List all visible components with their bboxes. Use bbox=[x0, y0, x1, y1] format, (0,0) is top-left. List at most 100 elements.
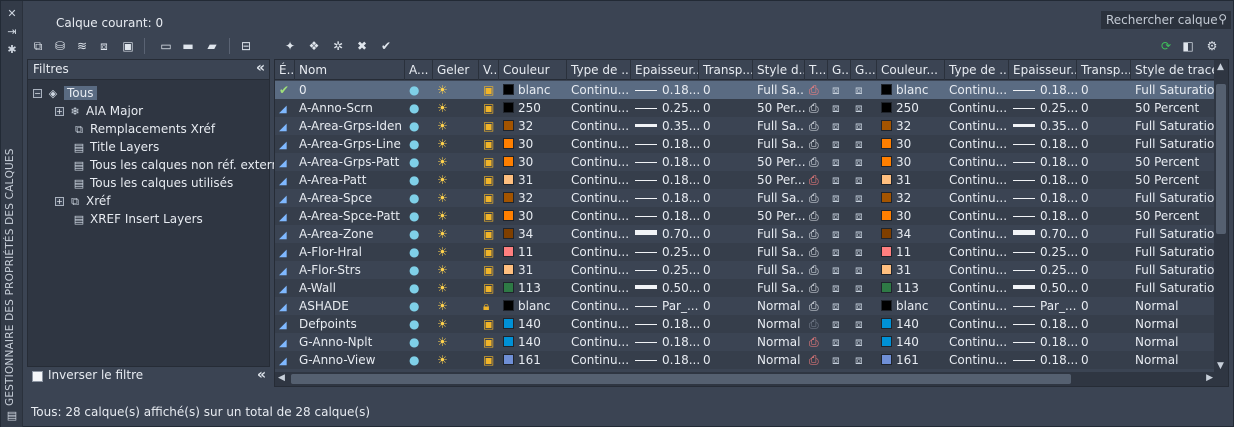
layer-row[interactable]: ◢ A-Flor-Hral ● ☀ ▣ 11 Continu... 0.25... 0 Full … bbox=[275, 243, 1215, 261]
vp-lineweight-cell[interactable]: 0.18... bbox=[1009, 81, 1077, 99]
newvp-freeze-cell[interactable]: ⧈ bbox=[828, 99, 851, 117]
newvp-freeze-cell[interactable]: ⧈ bbox=[828, 351, 851, 369]
freeze-cell[interactable]: ☀ bbox=[433, 99, 479, 117]
layer-status-icon[interactable]: ◢ bbox=[279, 230, 287, 241]
expand-toggle-icon[interactable]: + bbox=[55, 197, 64, 206]
printer-noplot-icon[interactable]: ⎙ bbox=[809, 353, 819, 367]
lineweight-cell[interactable]: 0.25... bbox=[631, 243, 699, 261]
horizontal-scrollbar[interactable]: ◀ ▶ bbox=[275, 372, 1216, 386]
layer-row[interactable]: ◢ A-Area-Spce-Patt ● ☀ ▣ 30 Continu... 0.18... 0… bbox=[275, 207, 1215, 225]
auto-hide-icon[interactable]: ⇥ bbox=[5, 25, 19, 39]
vp-freeze-icon[interactable]: ⧈ bbox=[832, 317, 840, 331]
on-cell[interactable]: ● bbox=[405, 153, 433, 171]
layer-name[interactable]: A-Flor-Strs bbox=[295, 261, 405, 279]
plotstyle-cell[interactable]: Normal bbox=[753, 351, 805, 369]
transparency-cell[interactable]: 0 bbox=[699, 135, 753, 153]
freeze-cell[interactable]: ☀ bbox=[433, 171, 479, 189]
on-cell[interactable]: ● bbox=[405, 117, 433, 135]
filter-tree-item[interactable]: + ⧉ Xréf bbox=[55, 192, 111, 210]
newvp-freeze-cell[interactable]: ⧈ bbox=[828, 135, 851, 153]
status-cell[interactable]: ◢ bbox=[275, 279, 295, 297]
plot-cell[interactable]: ⎙ bbox=[805, 243, 828, 261]
vp-linetype-cell[interactable]: Continu... bbox=[945, 261, 1009, 279]
vp-linetype-cell[interactable]: Continu... bbox=[945, 297, 1009, 315]
layer-name[interactable]: 0 bbox=[295, 81, 405, 99]
lock-cell[interactable]: ▣ bbox=[479, 189, 499, 207]
sun-icon[interactable]: ☀ bbox=[437, 173, 448, 187]
lock-closed-icon[interactable]: 🔒︎ bbox=[483, 299, 489, 313]
column-header[interactable]: É... bbox=[275, 60, 295, 80]
sun-icon[interactable]: ☀ bbox=[437, 353, 448, 367]
vp-lineweight-cell[interactable]: 0.18... bbox=[1009, 135, 1077, 153]
vp-freeze-cell[interactable]: ⧈ bbox=[851, 207, 877, 225]
lightbulb-icon[interactable]: ● bbox=[409, 83, 419, 97]
status-cell[interactable]: ◢ bbox=[275, 171, 295, 189]
properties-gear-icon[interactable]: ✱ bbox=[5, 43, 19, 57]
printer-icon[interactable]: ⎙ bbox=[809, 245, 819, 259]
layer-row[interactable]: ◢ A-Area-Grps-Patt ● ☀ ▣ 30 Continu... 0.18... 0… bbox=[275, 153, 1215, 171]
linetype-cell[interactable]: Continu... bbox=[567, 81, 631, 99]
vp-freeze-icon[interactable]: ⧈ bbox=[832, 245, 840, 259]
lock-open-icon[interactable]: ▣ bbox=[483, 209, 494, 223]
status-cell[interactable]: ◢ bbox=[275, 225, 295, 243]
layer-name[interactable]: G-Anno-Nplt bbox=[295, 333, 405, 351]
color-cell[interactable]: 32 bbox=[499, 117, 567, 135]
layer-name[interactable]: A-Wall bbox=[295, 279, 405, 297]
freeze-cell[interactable]: ☀ bbox=[433, 117, 479, 135]
column-header[interactable]: Type de ... bbox=[567, 60, 631, 80]
lineweight-cell[interactable]: 0.50... bbox=[631, 279, 699, 297]
vp-color-cell[interactable]: 32 bbox=[877, 117, 945, 135]
vp-plotstyle-cell[interactable]: Full Saturation bbox=[1131, 81, 1215, 99]
printer-icon[interactable]: ⎙ bbox=[809, 137, 819, 151]
vp-color-cell[interactable]: 140 bbox=[877, 315, 945, 333]
lock-open-icon[interactable]: ▣ bbox=[483, 245, 494, 259]
column-header[interactable]: Type de ... bbox=[945, 60, 1009, 80]
status-cell[interactable]: ◢ bbox=[275, 261, 295, 279]
status-cell[interactable]: ◢ bbox=[275, 297, 295, 315]
layer-name[interactable]: A-Area-Zone bbox=[295, 225, 405, 243]
column-header[interactable]: Epaisseur... bbox=[631, 60, 699, 80]
layer-row[interactable]: ◢ A-Area-Zone ● ☀ ▣ 34 Continu... 0.70... 0 Full … bbox=[275, 225, 1215, 243]
column-header[interactable]: A... bbox=[405, 60, 433, 80]
status-cell[interactable]: ◢ bbox=[275, 99, 295, 117]
vp-plotstyle-cell[interactable]: 50 Percent bbox=[1131, 171, 1215, 189]
vp-lineweight-cell[interactable]: Par_... bbox=[1009, 297, 1077, 315]
printer-noplot-icon[interactable]: ⎙ bbox=[809, 335, 819, 349]
vp-plotstyle-cell[interactable]: Full Saturation bbox=[1131, 261, 1215, 279]
sun-icon[interactable]: ☀ bbox=[437, 299, 448, 313]
vp-transparency-cell[interactable]: 0 bbox=[1077, 351, 1131, 369]
layer-states-icon[interactable]: ≋ bbox=[73, 37, 91, 55]
vp-plotstyle-cell[interactable]: Full Saturation bbox=[1131, 189, 1215, 207]
column-header[interactable]: Transp... bbox=[1077, 60, 1131, 80]
vp-plotstyle-cell[interactable]: Full Saturation bbox=[1131, 117, 1215, 135]
layer-states-manager-icon[interactable]: ⧈ bbox=[95, 37, 113, 55]
vp-linetype-cell[interactable]: Continu... bbox=[945, 153, 1009, 171]
transparency-cell[interactable]: 0 bbox=[699, 315, 753, 333]
lock-open-icon[interactable]: ▣ bbox=[483, 173, 494, 187]
plot-cell[interactable]: ⎙ bbox=[805, 117, 828, 135]
vp-freeze-icon[interactable]: ⧈ bbox=[855, 209, 863, 223]
transparency-cell[interactable]: 0 bbox=[699, 297, 753, 315]
lock-open-icon[interactable]: ▣ bbox=[483, 263, 494, 277]
lightbulb-icon[interactable]: ● bbox=[409, 335, 419, 349]
layer-row[interactable]: ◢ G-Anno-View ● ☀ ▣ 161 Continu... 0.18... 0 Norm… bbox=[275, 351, 1215, 369]
new-layer-vp-frozen-icon[interactable]: ❖ bbox=[305, 37, 323, 55]
lock-open-icon[interactable]: ▣ bbox=[483, 137, 494, 151]
transparency-cell[interactable]: 0 bbox=[699, 153, 753, 171]
lock-open-icon[interactable]: ▣ bbox=[483, 317, 494, 331]
plot-cell[interactable]: ⎙ bbox=[805, 351, 828, 369]
column-header[interactable]: Epaisseur... bbox=[1009, 60, 1077, 80]
vp-freeze-icon[interactable]: ⧈ bbox=[855, 173, 863, 187]
close-icon[interactable]: ✕ bbox=[5, 7, 19, 21]
vp-freeze-cell[interactable]: ⧈ bbox=[851, 189, 877, 207]
newvp-freeze-cell[interactable]: ⧈ bbox=[828, 279, 851, 297]
layer-status-icon[interactable]: ◢ bbox=[279, 248, 287, 259]
vp-freeze-icon[interactable]: ⧈ bbox=[855, 317, 863, 331]
vp-transparency-cell[interactable]: 0 bbox=[1077, 135, 1131, 153]
filter-tree-label[interactable]: XREF Insert Layers bbox=[90, 212, 203, 226]
vp-linetype-cell[interactable]: Continu... bbox=[945, 81, 1009, 99]
transparency-cell[interactable]: 0 bbox=[699, 243, 753, 261]
on-cell[interactable]: ● bbox=[405, 189, 433, 207]
lineweight-cell[interactable]: 0.18... bbox=[631, 135, 699, 153]
vp-color-cell[interactable]: 32 bbox=[877, 189, 945, 207]
